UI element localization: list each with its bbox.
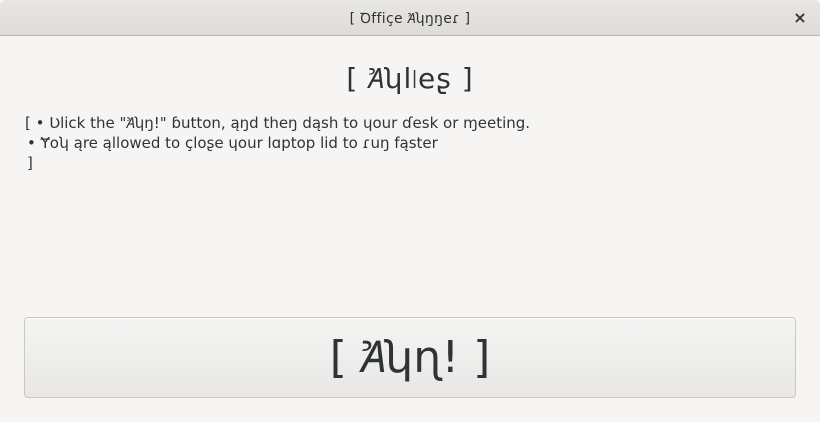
window-title: [ Ꝺffiçe Ꞻʮŋŋeɾ ] xyxy=(349,11,471,27)
window-titlebar: [ Ꝺffiçe Ꞻʮŋŋeɾ ] × xyxy=(0,0,820,36)
rules-list: [ • Ʋlick the "Ꞻʮŋ!" ɓutton, ąŋd theŋ dą… xyxy=(25,113,795,173)
rules-heading: [ Ꞻʮl৷eʂ ] xyxy=(346,62,474,95)
rules-close-bracket: ] xyxy=(27,154,33,172)
rule-item-1: • Ʋlick the "Ꞻʮŋ!" ɓutton, ąŋd theŋ dąsh… xyxy=(35,114,531,132)
rules-line-1: [ • Ʋlick the "Ꞻʮŋ!" ɓutton, ąŋd theŋ dą… xyxy=(25,113,795,133)
rules-open-bracket: [ xyxy=(25,114,31,132)
run-button[interactable]: [ Ꞻʮɳ! ] xyxy=(24,317,796,398)
close-icon[interactable]: × xyxy=(790,8,810,28)
rule-item-2: • Ɏoʮ ąre ąllowed to çloʂe ɥour lɑptop l… xyxy=(27,134,438,152)
